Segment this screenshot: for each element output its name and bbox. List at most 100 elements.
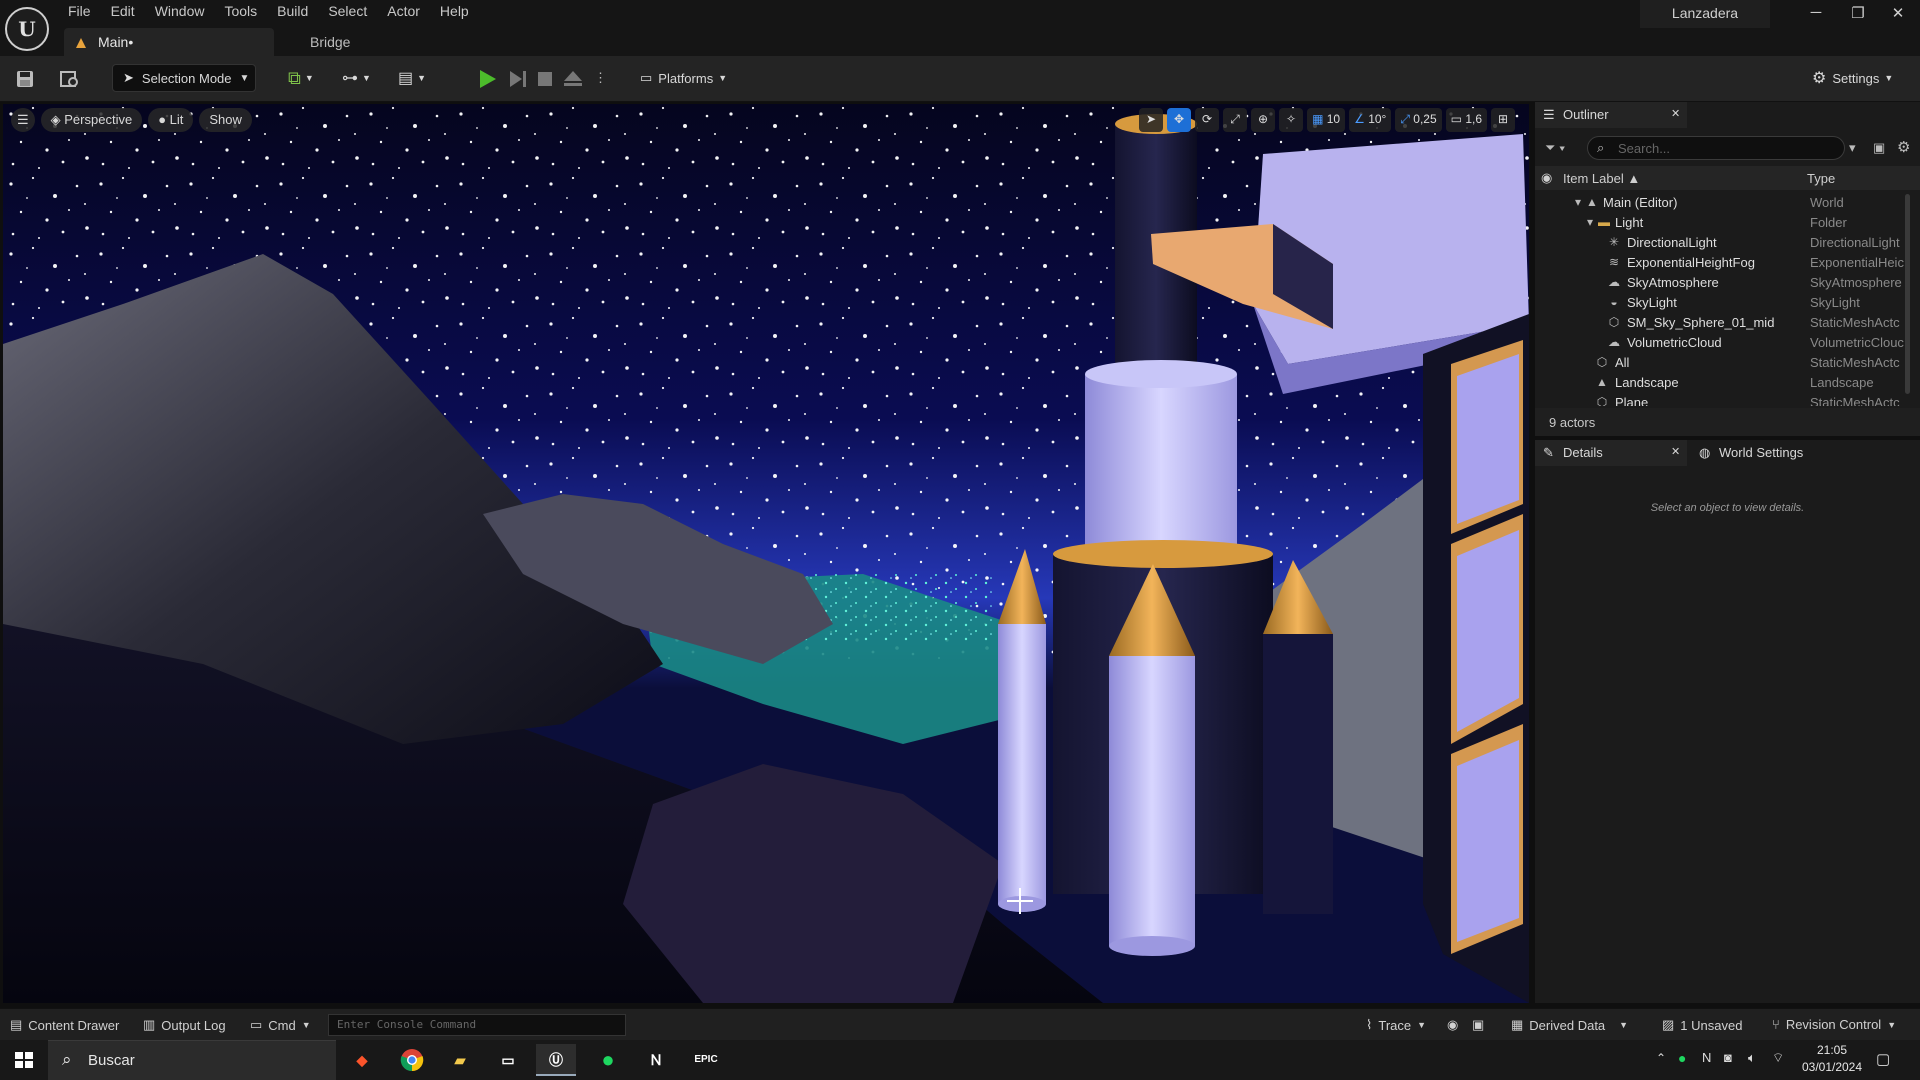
cinematics-button[interactable]: ▤ ▼ [398,64,438,92]
revision-control-dropdown[interactable]: ⑂ Revision Control ▼ [1772,1017,1896,1032]
derived-data-dropdown[interactable]: ▦ Derived Data ▼ [1511,1017,1628,1033]
taskbar-clock[interactable]: 21:05 03/01/2024 [1790,1042,1874,1076]
surface-snap-icon[interactable]: ✧ [1279,108,1304,132]
perspective-button[interactable]: ◈ Perspective [40,108,143,132]
tree-type: StaticMeshActc [1810,395,1900,406]
step-icon[interactable] [506,68,528,90]
notion-tray-icon[interactable]: N [1702,1050,1711,1065]
platforms-dropdown[interactable]: ▭ Platforms ▼ [640,64,740,92]
scale-tool-icon[interactable]: ⤢ [1223,108,1248,132]
tree-row-main-editor[interactable]: ▾ ▲ Main (Editor) World [1535,192,1907,212]
console-command-input[interactable]: Enter Console Command [328,1014,626,1036]
chrome-icon[interactable] [400,1048,424,1072]
tree-row-volumetriccloud[interactable]: ☁ VolumetricCloud VolumetricClouc [1535,332,1907,352]
details-tab[interactable]: ✎ Details ✕ [1535,440,1687,466]
unsaved-button[interactable]: ▨ 1 Unsaved [1662,1017,1742,1033]
close-tab-icon[interactable]: ✕ [1671,445,1680,458]
content-drawer-button[interactable]: ▤ Content Drawer [10,1017,119,1033]
tree-row-all[interactable]: ⬡ All StaticMeshActc [1535,352,1907,372]
folder-icon: ▬ [1598,215,1610,229]
spotify-icon[interactable]: ● [588,1044,628,1076]
world-settings-tab[interactable]: ◍ World Settings [1691,440,1841,466]
network-icon[interactable]: ⌔ [1772,1050,1784,1066]
menu-file[interactable]: File [60,0,103,24]
tree-row-skyatmosphere[interactable]: ☁ SkyAtmosphere SkyAtmosphere [1535,272,1907,292]
select-tool-icon[interactable]: ➤ [1139,108,1164,132]
volume-icon[interactable]: 🔈︎ [1748,1050,1756,1066]
menu-select[interactable]: Select [320,0,379,24]
hamburger-menu-icon[interactable]: ☰ [11,108,35,132]
tree-row-skylight[interactable]: ◒ SkyLight SkyLight [1535,292,1907,312]
add-folder-icon[interactable]: ▣ [1873,140,1885,156]
menu-help[interactable]: Help [432,0,481,24]
grid-snap-button[interactable]: ▦ 10 [1307,108,1346,132]
file-explorer-icon[interactable]: ▰ [440,1044,480,1076]
tree-row-sky-sphere[interactable]: ⬡ SM_Sky_Sphere_01_mid StaticMeshActc [1535,312,1907,332]
brave-browser-icon[interactable]: ◆ [342,1044,382,1076]
outliner-scrollbar[interactable] [1905,194,1910,394]
menu-actor[interactable]: Actor [379,0,432,24]
menu-build[interactable]: Build [269,0,320,24]
spotify-tray-icon[interactable]: ● [1678,1050,1686,1066]
discord-tray-icon[interactable]: ◙ [1724,1050,1732,1065]
column-type[interactable]: Type [1807,171,1835,186]
translate-tool-icon[interactable]: ✥ [1167,108,1192,132]
show-button[interactable]: Show [199,108,252,132]
maximize-viewport-icon[interactable]: ⊞ [1491,108,1515,132]
lit-button[interactable]: ● Lit [148,108,194,132]
tab-main-level[interactable]: Main• [64,28,274,56]
close-button[interactable]: ✕ [1878,4,1918,28]
gear-icon[interactable]: ⚙ [1897,138,1910,156]
trace-dropdown[interactable]: ⌇ Trace ▼ [1366,1017,1426,1033]
taskbar-search-box[interactable]: ⌕ Buscar [48,1040,336,1080]
expand-arrow-icon[interactable]: ▾ [1583,215,1597,229]
cmd-dropdown[interactable]: ▭ Cmd ▼ [250,1017,311,1033]
add-actor-button[interactable]: ⧉ ▼ [288,64,328,92]
minimize-button[interactable]: ─ [1796,4,1836,28]
notifications-icon[interactable]: ▢ [1876,1050,1890,1068]
menu-tools[interactable]: Tools [216,0,269,24]
tree-row-plane[interactable]: ⬡ Plane StaticMeshActc [1535,392,1907,406]
epic-games-icon[interactable]: EPIC [686,1044,726,1076]
rotate-tool-icon[interactable]: ⟳ [1195,108,1220,132]
stop-icon[interactable] [534,68,556,90]
notion-icon[interactable]: Ｎ [636,1044,676,1076]
screenshot-icon[interactable]: ▣ [1472,1017,1484,1033]
expand-arrow-icon[interactable]: ▾ [1571,195,1585,209]
tree-row-directionallight[interactable]: ✳ DirectionalLight DirectionalLight [1535,232,1907,252]
save-icon[interactable] [15,69,35,89]
browse-icon[interactable] [59,69,81,89]
chevron-up-icon[interactable]: ⌃ [1656,1051,1666,1065]
tree-row-light-folder[interactable]: ▾ ▬ Light Folder [1535,212,1907,232]
tree-row-landscape[interactable]: ▲ Landscape Landscape [1535,372,1907,392]
scale-snap-button[interactable]: ⤢ 0,25 [1395,108,1442,132]
world-local-icon[interactable]: ⊕ [1251,108,1276,132]
unreal-engine-taskbar-icon[interactable]: Ⓤ [536,1044,576,1076]
camera-speed-button[interactable]: ▭ 1,6 [1445,108,1487,132]
rotation-snap-button[interactable]: ∠ 10° [1349,108,1392,132]
selection-mode-dropdown[interactable]: ➤ Selection Mode ▼ [112,64,256,92]
settings-dropdown[interactable]: ⚙ Settings ▼ [1812,64,1912,92]
outliner-search-input[interactable]: ⌕ Search... [1587,136,1845,160]
menu-window[interactable]: Window [147,0,217,24]
column-item-label[interactable]: Item Label ▲ [1563,171,1640,186]
terminal-icon[interactable]: ▭ [488,1044,528,1076]
record-icon[interactable]: ◉ [1447,1017,1458,1033]
level-viewport[interactable]: ☰ ◈ Perspective ● Lit Show ➤ ✥ ⟳ ⤢ ⊕ ✧ ▦… [3,104,1529,1003]
output-log-button[interactable]: ▥ Output Log [143,1017,226,1033]
restore-button[interactable]: ❐ [1838,4,1878,28]
filter-icon[interactable]: ⏷ ▾ [1545,140,1565,156]
more-options-icon[interactable]: ⋮ [594,64,608,92]
eject-icon[interactable] [562,68,584,90]
blueprint-button[interactable]: ⊶ ▼ [342,64,382,92]
tree-row-heightfog[interactable]: ≋ ExponentialHeightFog ExponentialHeic [1535,252,1907,272]
visibility-eye-icon[interactable]: ◉ [1541,170,1552,186]
windows-start-icon[interactable] [0,1040,48,1080]
menu-edit[interactable]: Edit [103,0,147,24]
close-tab-icon[interactable]: ✕ [1671,107,1680,120]
play-icon[interactable] [476,68,498,90]
unreal-logo-icon[interactable]: U [5,7,49,51]
tab-bridge[interactable]: Bridge [298,28,360,56]
chevron-down-icon[interactable]: ▾ [1849,140,1856,156]
outliner-tab[interactable]: ☰ Outliner ✕ [1535,102,1687,128]
